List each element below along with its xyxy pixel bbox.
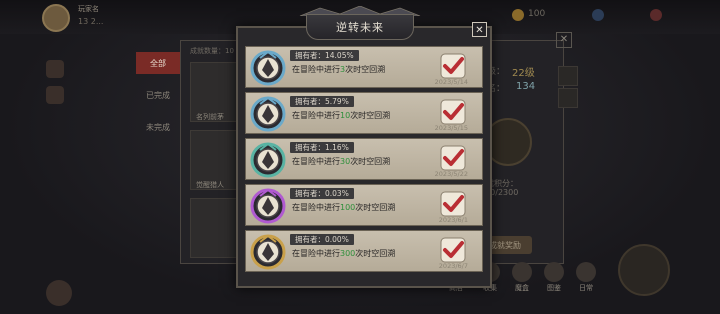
description-prefix: 在冒险中进行	[292, 249, 340, 258]
owner-percentage: 拥有者：0.03%	[290, 188, 354, 199]
medal-icon	[250, 96, 286, 132]
tab-incomplete[interactable]: 未完成	[136, 116, 180, 138]
completed-check-icon	[440, 145, 466, 171]
description-suffix: 次时空回溯	[350, 111, 391, 120]
description-prefix: 在冒险中进行	[292, 157, 340, 166]
description-prefix: 在冒险中进行	[292, 203, 340, 212]
daily-icon[interactable]	[576, 262, 596, 282]
panel-close-icon[interactable]: ✕	[556, 32, 572, 48]
description-count: 100	[340, 203, 356, 212]
completion-date: 2023/5/15	[434, 124, 468, 132]
achievement-row[interactable]: 拥有者：0.03% 在冒险中进行100次时空回溯 2023/6/1	[245, 184, 483, 226]
codex-icon[interactable]	[544, 262, 564, 282]
tab-completed[interactable]: 已完成	[136, 84, 180, 106]
achievement-count: 成就数量：10	[190, 47, 234, 55]
medal-icon	[250, 50, 286, 86]
description-suffix: 次时空回溯	[350, 157, 391, 166]
gift-icon[interactable]	[558, 88, 578, 108]
completed-check-icon	[440, 99, 466, 125]
achievement-description: 在冒险中进行300次时空回溯	[292, 248, 395, 259]
owner-percentage: 拥有者：1.16%	[290, 142, 354, 153]
character-avatar[interactable]	[46, 280, 72, 306]
achievement-card-1-label: 名列前茅	[196, 113, 224, 121]
description-count: 300	[340, 249, 356, 258]
achievement-description: 在冒险中进行10次时空回溯	[292, 110, 390, 121]
achievement-row[interactable]: 拥有者：1.16% 在冒险中进行30次时空回溯 2023/5/22	[245, 138, 483, 180]
tab-all[interactable]: 全部	[136, 52, 180, 74]
completion-date: 2023/6/7	[438, 262, 468, 270]
achievement-description: 在冒险中进行100次时空回溯	[292, 202, 395, 213]
owner-percentage: 拥有者：0.00%	[290, 234, 354, 245]
side-menu-icon-1[interactable]	[46, 60, 64, 78]
gem-icon	[650, 9, 662, 21]
achievement-description: 在冒险中进行3次时空回溯	[292, 64, 385, 75]
level-value: 22级	[512, 68, 535, 79]
modal-title: 逆转未来	[336, 21, 384, 34]
medal-icon	[250, 188, 286, 224]
medal-icon	[250, 142, 286, 178]
nav-daily[interactable]: 日常	[579, 283, 593, 293]
completed-check-icon	[440, 191, 466, 217]
achievement-row[interactable]: 拥有者：14.05% 在冒险中进行3次时空回溯 2023/5/14	[245, 46, 483, 88]
owner-percentage: 拥有者：5.79%	[290, 96, 354, 107]
achievement-card-3[interactable]	[190, 198, 238, 258]
stats-icon[interactable]	[558, 66, 578, 86]
close-button[interactable]: ✕	[472, 22, 487, 37]
owner-percentage: 拥有者：14.05%	[290, 50, 359, 61]
gold-coin-icon	[512, 9, 524, 21]
rank-value: 134	[516, 81, 536, 92]
completed-check-icon	[440, 53, 466, 79]
description-prefix: 在冒险中进行	[292, 65, 340, 74]
compass-icon[interactable]	[618, 244, 670, 296]
completed-check-icon	[440, 237, 466, 263]
medal-icon	[250, 234, 286, 270]
completion-date: 2023/5/14	[434, 78, 468, 86]
achievement-card-2-label: 觉醒猎人	[196, 181, 224, 189]
magic-box-icon[interactable]	[512, 262, 532, 282]
description-suffix: 次时空回溯	[355, 203, 396, 212]
player-avatar[interactable]	[42, 4, 70, 32]
side-menu-icon-2[interactable]	[46, 86, 64, 104]
nav-magic-box[interactable]: 魔盒	[515, 283, 529, 293]
achievement-row[interactable]: 拥有者：0.00% 在冒险中进行300次时空回溯 2023/6/7	[245, 230, 483, 272]
description-count: 10	[340, 111, 351, 120]
energy-icon	[592, 9, 604, 21]
nav-codex[interactable]: 图鉴	[547, 283, 561, 293]
completion-date: 2023/5/22	[434, 170, 468, 178]
achievement-row[interactable]: 拥有者：5.79% 在冒险中进行10次时空回溯 2023/5/15	[245, 92, 483, 134]
player-name: 玩家名	[78, 5, 99, 13]
currency-value: 100	[528, 9, 546, 19]
description-suffix: 次时空回溯	[355, 249, 396, 258]
completion-date: 2023/6/1	[438, 216, 468, 224]
description-prefix: 在冒险中进行	[292, 111, 340, 120]
description-suffix: 次时空回溯	[345, 65, 386, 74]
description-count: 30	[340, 157, 351, 166]
player-id: 13 2...	[78, 17, 104, 26]
achievement-description: 在冒险中进行30次时空回溯	[292, 156, 390, 167]
